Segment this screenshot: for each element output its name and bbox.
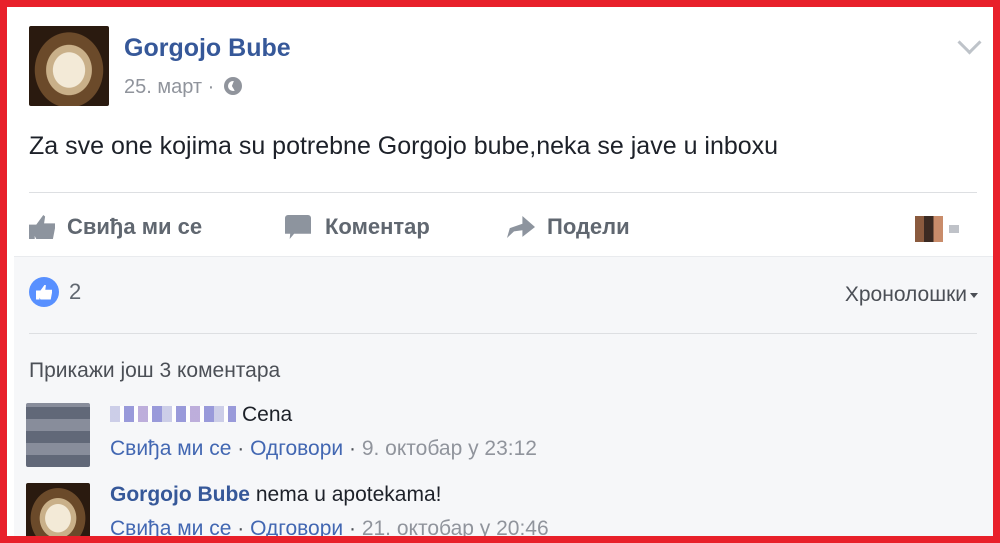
comment-label: Коментар: [325, 214, 430, 239]
like-reaction-icon: [29, 277, 59, 307]
sort-dropdown[interactable]: Хронолошки: [845, 283, 978, 307]
view-more-comments-link[interactable]: Прикажи још 3 коментара: [29, 359, 280, 383]
commenter-avatar[interactable]: [26, 483, 90, 536]
facebook-post: Gorgojo Bube 25. март · Za sve one kojim…: [14, 14, 993, 540]
divider: [29, 192, 977, 193]
comment-text: nema u apotekama!: [255, 483, 442, 506]
sort-label: Хронолошки: [844, 283, 967, 306]
comment-text: Cena: [242, 403, 293, 426]
comment-like-link[interactable]: Свиђа ми се: [110, 437, 231, 460]
commenter-name[interactable]: Gorgojo Bube: [110, 483, 250, 506]
comment-body: Gorgojo Bube nema u apotekama!: [110, 483, 441, 507]
post-actions-bar: Свиђа ми се Коментар Подели: [29, 202, 977, 252]
chevron-down-icon[interactable]: [957, 30, 982, 55]
thumbs-up-icon: [29, 215, 55, 239]
separator: ·: [348, 437, 356, 460]
reactions-summary[interactable]: 2: [29, 277, 81, 307]
commenter-name-redacted[interactable]: [110, 406, 236, 422]
comment-actions: Свиђа ми се · Одговори · 9. октобар у 23…: [110, 437, 537, 461]
share-icon: [507, 216, 535, 238]
comment-timestamp[interactable]: 21. октобар у 20:46: [362, 517, 549, 536]
caret-down-icon: [970, 292, 978, 298]
share-label: Подели: [547, 214, 630, 239]
globe-icon[interactable]: [223, 77, 242, 95]
chevron-down-icon[interactable]: [949, 225, 959, 233]
separator: ·: [348, 517, 356, 540]
share-button[interactable]: Подели: [507, 202, 630, 252]
comment-button[interactable]: Коментар: [285, 202, 430, 252]
comment-timestamp[interactable]: 9. октобар у 23:12: [362, 437, 537, 460]
like-label: Свиђа ми се: [67, 214, 203, 239]
post-author[interactable]: Gorgojo Bube: [124, 34, 291, 63]
separator: ·: [237, 437, 245, 460]
commenter-avatar[interactable]: [26, 403, 90, 467]
post-meta: 25. март ·: [124, 76, 242, 99]
comment-actions: Свиђа ми се · Одговори · 21. октобар у 2…: [110, 517, 549, 540]
comment-like-link[interactable]: Свиђа ми се: [110, 517, 231, 536]
like-button[interactable]: Свиђа ми се: [29, 202, 202, 252]
divider: [29, 333, 977, 334]
comment-reply-link[interactable]: Одговори: [250, 437, 343, 460]
comment-icon: [285, 215, 311, 239]
page-avatar[interactable]: [29, 26, 109, 106]
post-date[interactable]: 25. март: [124, 76, 202, 98]
post-message: Za sve one kojima su potrebne Gorgojo bu…: [29, 132, 779, 160]
profile-picture-selector[interactable]: [915, 216, 943, 242]
comment-body: Cena: [110, 403, 292, 427]
reaction-count: 2: [69, 279, 82, 304]
red-highlight-frame: Gorgojo Bube 25. март · Za sve one kojim…: [0, 0, 1000, 543]
comments-section: 2 Хронолошки Прикажи још 3 коментара Cen…: [14, 256, 993, 540]
separator: ·: [237, 517, 245, 540]
comment-reply-link[interactable]: Одговори: [250, 517, 343, 536]
meta-separator: ·: [207, 76, 215, 98]
